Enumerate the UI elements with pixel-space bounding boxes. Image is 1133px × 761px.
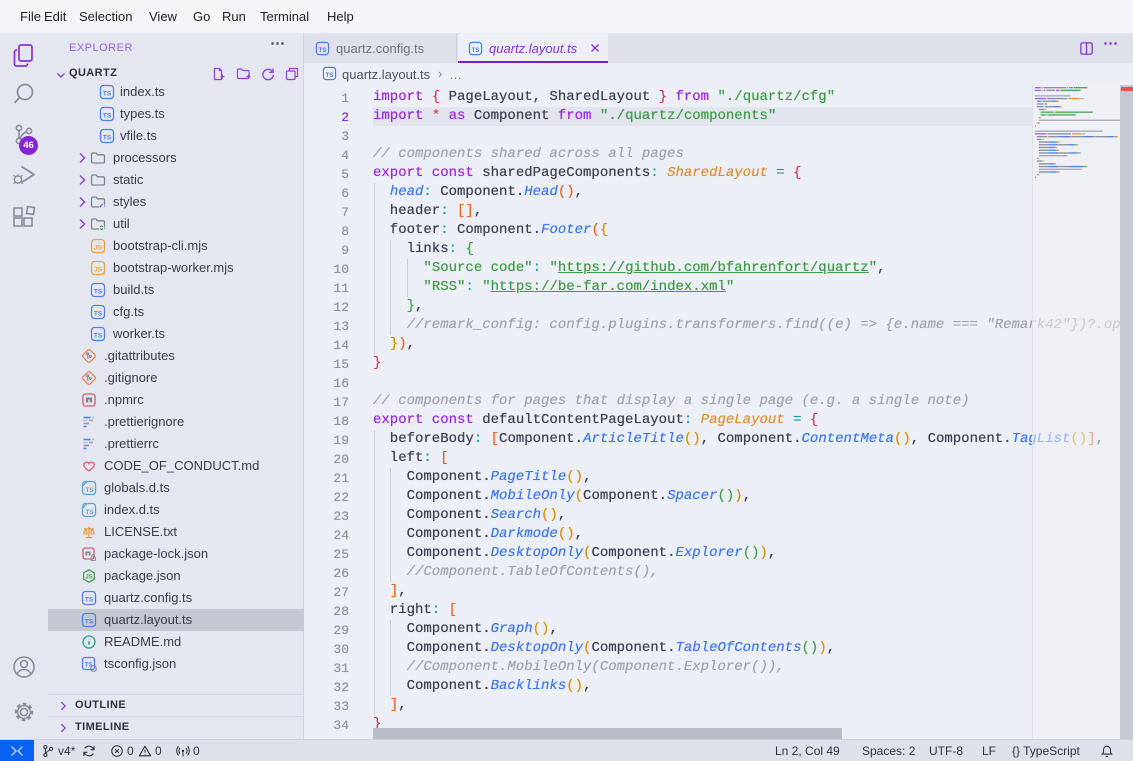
svg-text:TS: TS	[85, 619, 94, 626]
svg-text:TS: TS	[94, 311, 103, 318]
svg-text:JS: JS	[94, 267, 103, 274]
svg-text:TS: TS	[319, 47, 327, 54]
svg-text:TS: TS	[86, 488, 94, 494]
svg-text:TS: TS	[326, 72, 334, 79]
svg-text:TS: TS	[103, 113, 112, 120]
svg-text:TS: TS	[472, 47, 480, 54]
svg-text:TS: TS	[86, 510, 94, 516]
svg-text:TS: TS	[85, 597, 94, 604]
svg-text:TS: TS	[103, 135, 112, 142]
svg-text:TS: TS	[94, 333, 103, 340]
svg-text:TS: TS	[103, 91, 112, 98]
svg-text:JS: JS	[85, 575, 92, 581]
svg-text:JS: JS	[94, 245, 103, 252]
svg-text:TS: TS	[94, 289, 103, 296]
